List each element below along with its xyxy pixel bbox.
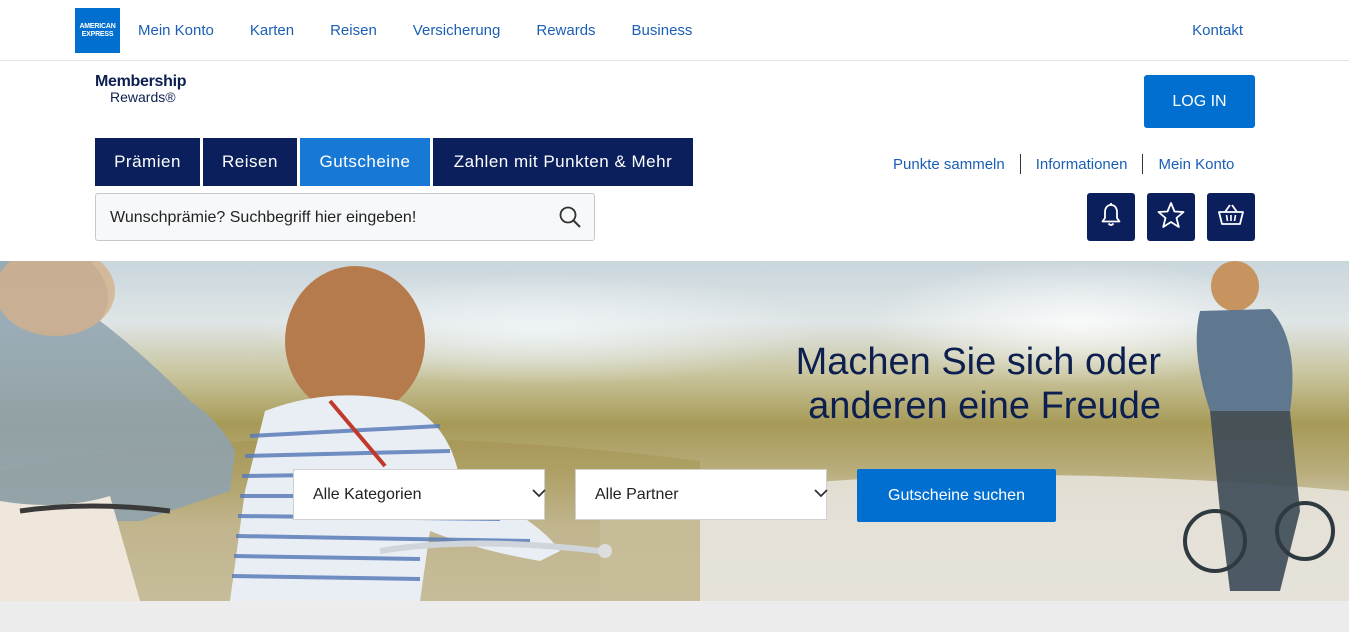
- search-vouchers-button[interactable]: Gutscheine suchen: [857, 469, 1056, 522]
- amex-logo[interactable]: AMERICAN EXPRESS: [75, 8, 120, 53]
- category-select-value: Alle Kategorien: [313, 485, 422, 503]
- contact-link[interactable]: Kontakt: [1192, 22, 1243, 39]
- favorites-button[interactable]: [1147, 193, 1195, 241]
- reward-search: [95, 193, 595, 241]
- topnav-versicherung[interactable]: Versicherung: [413, 22, 501, 39]
- topnav-reisen[interactable]: Reisen: [330, 22, 377, 39]
- search-input[interactable]: [110, 207, 540, 229]
- topnav-business[interactable]: Business: [632, 22, 693, 39]
- logo-membership: Membership: [95, 73, 187, 90]
- membership-rewards-logo[interactable]: Membership Rewards®: [95, 73, 187, 105]
- tab-reisen[interactable]: Reisen: [203, 138, 297, 186]
- hero-photo: [0, 261, 1349, 601]
- secondary-links: Punkte sammeln Informationen Mein Konto: [878, 154, 1249, 174]
- hero-title: Machen Sie sich oder anderen eine Freude: [796, 340, 1161, 428]
- tab-praemien[interactable]: Prämien: [95, 138, 200, 186]
- main-tabs: Prämien Reisen Gutscheine Zahlen mit Pun…: [95, 138, 696, 186]
- hero-banner: Machen Sie sich oder anderen eine Freude…: [0, 261, 1349, 601]
- page-background-band: [0, 601, 1349, 632]
- topnav-rewards[interactable]: Rewards: [536, 22, 595, 39]
- link-mein-konto[interactable]: Mein Konto: [1143, 156, 1249, 173]
- hero-title-line2: anderen eine Freude: [808, 385, 1161, 427]
- bell-icon: [1099, 202, 1123, 233]
- notifications-button[interactable]: [1087, 193, 1135, 241]
- login-button[interactable]: LOG IN: [1144, 75, 1255, 128]
- search-icon[interactable]: [558, 205, 582, 229]
- link-informationen[interactable]: Informationen: [1021, 156, 1143, 173]
- topnav-karten[interactable]: Karten: [250, 22, 294, 39]
- star-icon: [1157, 201, 1185, 234]
- logo-rewards: Rewards®: [110, 89, 176, 105]
- partner-select-value: Alle Partner: [595, 485, 679, 503]
- topnav-mein-konto[interactable]: Mein Konto: [138, 22, 214, 39]
- category-select[interactable]: Alle Kategorien: [293, 469, 546, 520]
- membership-header: Membership Rewards® LOG IN Prämien Reise…: [0, 61, 1349, 261]
- tab-zahlen-mit-punkten[interactable]: Zahlen mit Punkten & Mehr: [433, 138, 693, 186]
- tab-gutscheine[interactable]: Gutscheine: [300, 138, 430, 186]
- basket-button[interactable]: [1207, 193, 1255, 241]
- amex-logo-line2: EXPRESS: [81, 30, 114, 38]
- top-bar: AMERICAN EXPRESS Mein Konto Karten Reise…: [0, 0, 1349, 61]
- link-punkte-sammeln[interactable]: Punkte sammeln: [878, 156, 1020, 173]
- amex-logo-line1: AMERICAN: [79, 22, 116, 30]
- basket-icon: [1217, 203, 1245, 232]
- partner-select[interactable]: Alle Partner: [575, 469, 828, 520]
- hero-title-line1: Machen Sie sich oder: [795, 341, 1161, 383]
- top-navigation: Mein Konto Karten Reisen Versicherung Re…: [138, 22, 728, 39]
